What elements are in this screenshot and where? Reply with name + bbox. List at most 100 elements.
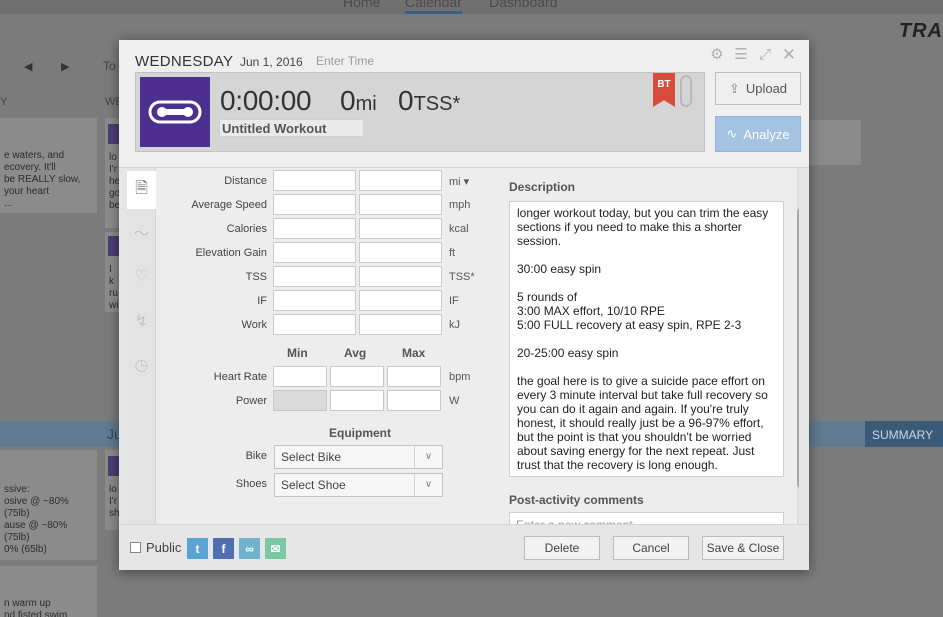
summary-header: SUMMARY [865, 421, 943, 447]
card-text-line: ause @ ~80% (75lb) [4, 520, 68, 543]
calories-label: Calories [226, 223, 267, 235]
link-share-icon[interactable]: ∞ [239, 538, 260, 559]
elevation-gain-unit: ft [449, 247, 456, 259]
distance-summary[interactable]: 0mi [340, 85, 377, 117]
heart-rate-avg-input[interactable] [330, 366, 384, 387]
max-header: Max [402, 346, 426, 360]
tss-summary[interactable]: 0TSS* [398, 85, 460, 117]
if-planned-input[interactable] [273, 290, 356, 311]
duration-value[interactable]: 0:00:00 [220, 85, 312, 117]
distance-unit[interactable]: mi ▾ [449, 175, 469, 188]
prev-arrow-icon[interactable]: ◀ [24, 60, 32, 73]
tab-health[interactable]: ♡ [127, 257, 156, 295]
upload-icon: ⇪ [728, 80, 740, 96]
average-speed-planned-input[interactable] [273, 194, 356, 215]
time-input[interactable] [316, 52, 416, 70]
header-icons: ⚙ ☰ ⤢ ✕ [709, 46, 797, 63]
clock-icon: ◷ [134, 357, 149, 374]
tss-value: 0 [398, 85, 414, 116]
calories-planned-input[interactable] [273, 218, 356, 239]
bike-sport-icon[interactable] [140, 77, 210, 147]
calories-completed-input[interactable] [359, 218, 442, 239]
card-text-line [4, 556, 93, 560]
twitter-share-icon[interactable]: t [187, 538, 208, 559]
bt-badge-icon[interactable]: BT [653, 73, 675, 107]
distance-completed-input[interactable] [359, 170, 442, 191]
top-navigation: Home Calendar Dashboard [0, 0, 943, 14]
tab-power[interactable]: ↯ [127, 302, 156, 340]
tab-graph[interactable]: 〜 [127, 213, 156, 251]
comments-heading: Post-activity comments [509, 493, 644, 507]
bike-select[interactable]: Select Bike ∨ [274, 445, 443, 469]
expand-icon[interactable]: ⤢ [757, 47, 773, 63]
work-planned-input[interactable] [273, 314, 356, 335]
card-text-line: ... [4, 198, 13, 209]
power-avg-input[interactable] [330, 390, 384, 411]
public-checkbox[interactable] [130, 542, 141, 553]
workout-title-input[interactable] [219, 119, 364, 137]
min-header: Min [287, 346, 308, 360]
facebook-share-icon[interactable]: f [213, 538, 234, 559]
day-title: WEDNESDAY [135, 53, 234, 70]
work-completed-input[interactable] [359, 314, 442, 335]
upload-label: Upload [745, 81, 788, 96]
workout-date[interactable]: Jun 1, 2016 [240, 55, 303, 69]
calendar-cell [808, 120, 861, 165]
workout-type-icon [108, 456, 119, 476]
nav-calendar[interactable]: Calendar [405, 0, 462, 14]
gear-icon[interactable]: ⚙ [709, 47, 725, 63]
delete-button[interactable]: Delete [524, 536, 600, 560]
menu-icon[interactable]: ☰ [733, 47, 749, 63]
power-max-input[interactable] [387, 390, 441, 411]
average-speed-unit: mph [449, 199, 471, 211]
workout-summary: 0:00:00 0mi 0TSS* BT [135, 72, 705, 152]
modal-footer: Public t f ∞ ✉ Delete Cancel Save & Close [119, 524, 809, 570]
comment-input[interactable]: Enter a new comment [509, 512, 784, 524]
card-text-line: sh [109, 508, 119, 519]
calendar-workout-card[interactable]: lo I'r he go be [105, 118, 119, 228]
calendar-workout-card[interactable]: e waters, and ecovery. It'll be REALLY slo… [0, 118, 97, 213]
calendar-workout-card[interactable]: n warm up nd fisted swim [0, 566, 97, 617]
card-text-line: osive @ ~80% (75lb) [4, 496, 69, 519]
save-close-button[interactable]: Save & Close [702, 536, 784, 560]
heart-rate-label: Heart Rate [213, 371, 267, 383]
cancel-button[interactable]: Cancel [613, 536, 689, 560]
card-text-line: 0% (65lb) [4, 544, 47, 555]
tss-unit: TSS* [413, 93, 461, 115]
nav-dashboard[interactable]: Dashboard [489, 0, 558, 10]
tab-history[interactable]: ◷ [127, 346, 156, 384]
calendar-workout-card[interactable]: ssive: osive @ ~80% (75lb) ause @ ~80% (75… [0, 450, 97, 560]
card-text-line: nd fisted swim [4, 610, 68, 617]
analyze-button[interactable]: ∿ Analyze [715, 116, 801, 152]
tss-planned-input[interactable] [273, 266, 356, 287]
shoes-select[interactable]: Select Shoe ∨ [274, 473, 443, 497]
close-icon[interactable]: ✕ [781, 46, 797, 63]
tss-completed-input[interactable] [359, 266, 442, 287]
card-text-line: e waters, and [4, 150, 65, 161]
heart-rate-min-input[interactable] [273, 366, 327, 387]
elevation-gain-planned-input[interactable] [273, 242, 356, 263]
calendar-workout-card[interactable]: lo I'r sh [105, 450, 119, 530]
card-text-line: be REALLY slow, [4, 174, 81, 185]
if-completed-input[interactable] [359, 290, 442, 311]
description-textarea[interactable]: longer workout today, but you can trim t… [509, 201, 784, 477]
paperclip-icon[interactable] [680, 75, 692, 107]
tab-summary[interactable]: 🗎 [127, 171, 156, 209]
email-share-icon[interactable]: ✉ [265, 538, 286, 559]
distance-planned-input[interactable] [273, 170, 356, 191]
document-icon: 🗎 [135, 179, 148, 197]
elevation-gain-completed-input[interactable] [359, 242, 442, 263]
calendar-workout-card[interactable]: I kruwiho [105, 232, 119, 312]
avg-header: Avg [344, 346, 367, 360]
average-speed-completed-input[interactable] [359, 194, 442, 215]
upload-button[interactable]: ⇪ Upload [715, 72, 801, 105]
scrollbar-thumb[interactable] [797, 208, 799, 488]
card-text-line: your heart [4, 186, 50, 197]
equipment-heading: Equipment [329, 426, 391, 440]
average-speed-label: Average Speed [191, 199, 267, 211]
heart-rate-max-input[interactable] [387, 366, 441, 387]
distance-label: Distance [224, 175, 267, 187]
today-button[interactable]: To [103, 59, 116, 73]
nav-home[interactable]: Home [343, 0, 380, 10]
next-arrow-icon[interactable]: ▶ [61, 60, 69, 73]
